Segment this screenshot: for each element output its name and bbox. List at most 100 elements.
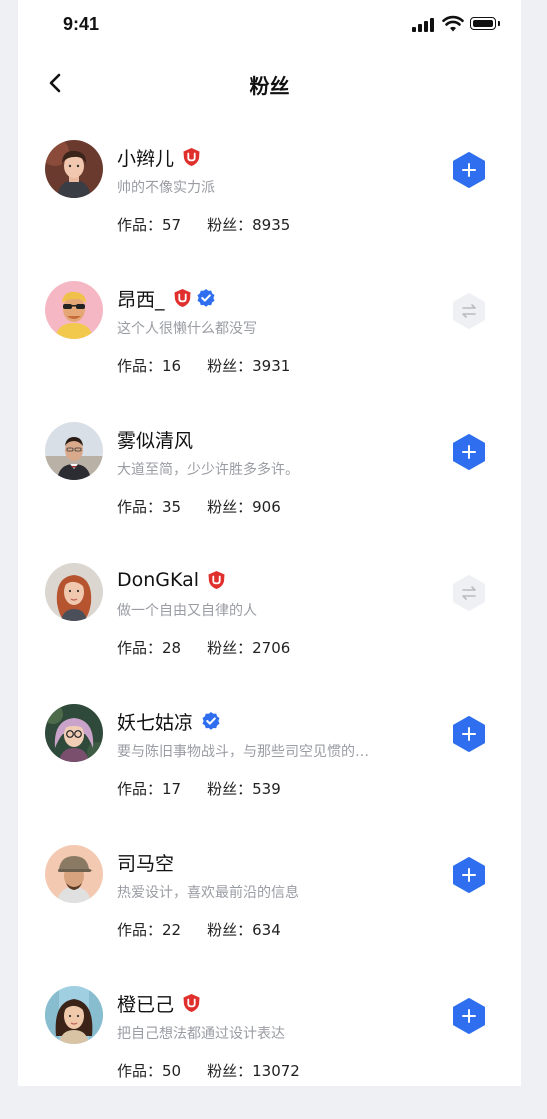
user-stats: 作品：57 粉丝：8935 xyxy=(117,214,290,235)
follow-button[interactable] xyxy=(451,715,487,753)
works-label: 作品： xyxy=(117,639,163,657)
status-time: 9:41 xyxy=(63,14,100,34)
follower-item[interactable]: DonGKal 做一个自由又自律的人 作品：28 粉丝：2706 xyxy=(18,548,521,689)
battery-tip xyxy=(498,21,500,26)
signal-icon xyxy=(412,18,434,32)
works-count: 28 xyxy=(162,639,182,657)
mutual-follow-button[interactable] xyxy=(451,574,487,612)
avatar[interactable] xyxy=(45,845,103,903)
fans-count: 8935 xyxy=(252,216,291,234)
avatar[interactable] xyxy=(45,140,103,198)
verified-check-icon xyxy=(196,288,215,308)
user-name[interactable]: 昂西_ xyxy=(117,285,165,312)
fans-count: 2706 xyxy=(252,639,291,657)
works-count: 22 xyxy=(162,921,182,939)
plus-hexagon-icon xyxy=(453,434,485,470)
follower-item[interactable]: 橙已己把自己想法都通过设计表达 作品：50 粉丝：13072 xyxy=(18,971,521,1086)
fans-count: 539 xyxy=(252,780,281,798)
name-row: 雾似清风 xyxy=(117,426,193,452)
works-label: 作品： xyxy=(117,357,163,375)
fans-count: 906 xyxy=(252,498,281,516)
user-stats: 作品：16 粉丝：3931 xyxy=(117,355,290,376)
avatar[interactable] xyxy=(45,986,103,1044)
fans-label: 粉丝： xyxy=(207,921,253,939)
name-row: 司马空 xyxy=(117,849,174,875)
works-label: 作品： xyxy=(117,216,163,234)
follow-button[interactable] xyxy=(451,151,487,189)
follower-item[interactable]: 司马空热爱设计，喜欢最前沿的信息 作品：22 粉丝：634 xyxy=(18,830,521,971)
user-stats: 作品：50 粉丝：13072 xyxy=(117,1060,300,1081)
phone-screen: 9:41 粉丝 小辫儿 帅的不像实力派 作品：57 粉丝：8935 昂西_ 这个人很懒什么… xyxy=(18,0,521,1086)
swap-hexagon-icon xyxy=(453,575,485,611)
u-shield-badge-icon xyxy=(182,993,201,1013)
follow-button[interactable] xyxy=(451,856,487,894)
fans-label: 粉丝： xyxy=(207,216,253,234)
plus-hexagon-icon xyxy=(453,998,485,1034)
user-bio: 这个人很懒什么都没写 xyxy=(117,321,257,337)
fans-label: 粉丝： xyxy=(207,357,253,375)
plus-hexagon-icon xyxy=(453,152,485,188)
works-label: 作品： xyxy=(117,498,163,516)
works-label: 作品： xyxy=(117,1062,163,1080)
name-row: 小辫儿 xyxy=(117,144,201,170)
works-label: 作品： xyxy=(117,921,163,939)
u-shield-badge-icon xyxy=(182,147,201,167)
fans-count: 13072 xyxy=(252,1062,300,1080)
u-shield-badge-icon xyxy=(207,570,226,590)
follow-button[interactable] xyxy=(451,997,487,1035)
user-stats: 作品：28 粉丝：2706 xyxy=(117,637,290,658)
user-name[interactable]: 妖七姑凉 xyxy=(117,708,193,735)
name-row: 昂西_ xyxy=(117,285,215,311)
avatar[interactable] xyxy=(45,281,103,339)
verified-check-icon xyxy=(201,711,220,731)
battery-icon xyxy=(470,17,496,30)
user-stats: 作品：22 粉丝：634 xyxy=(117,919,281,940)
avatar[interactable] xyxy=(45,704,103,762)
follower-item[interactable]: 雾似清风大道至简，少少许胜多多许。 作品：35 粉丝：906 xyxy=(18,407,521,548)
user-name[interactable]: DonGKal xyxy=(117,569,199,591)
avatar[interactable] xyxy=(45,422,103,480)
user-bio: 帅的不像实力派 xyxy=(117,180,215,196)
plus-hexagon-icon xyxy=(453,857,485,893)
works-count: 57 xyxy=(162,216,182,234)
swap-hexagon-icon xyxy=(453,293,485,329)
user-bio: 把自己想法都通过设计表达 xyxy=(117,1026,285,1042)
follower-item[interactable]: 昂西_ 这个人很懒什么都没写 作品：16 粉丝：3931 xyxy=(18,266,521,407)
user-stats: 作品：35 粉丝：906 xyxy=(117,496,281,517)
works-count: 50 xyxy=(162,1062,182,1080)
fans-count: 3931 xyxy=(252,357,291,375)
follow-button[interactable] xyxy=(451,433,487,471)
plus-hexagon-icon xyxy=(453,716,485,752)
works-count: 17 xyxy=(162,780,182,798)
user-name[interactable]: 司马空 xyxy=(117,849,174,876)
follower-list: 小辫儿 帅的不像实力派 作品：57 粉丝：8935 昂西_ 这个人很懒什么都没写 作品：16… xyxy=(18,125,521,1086)
page-title: 粉丝 xyxy=(249,74,290,98)
follower-item[interactable]: 小辫儿帅的不像实力派 作品：57 粉丝：8935 xyxy=(18,125,521,266)
works-count: 35 xyxy=(162,498,182,516)
status-bar: 9:41 xyxy=(18,0,521,50)
navigation-bar: 粉丝 xyxy=(18,55,521,111)
fans-count: 634 xyxy=(252,921,281,939)
user-name[interactable]: 小辫儿 xyxy=(117,144,174,171)
user-name[interactable]: 橙已己 xyxy=(117,990,174,1017)
fans-label: 粉丝： xyxy=(207,498,253,516)
works-label: 作品： xyxy=(117,780,163,798)
wifi-icon xyxy=(442,15,464,32)
avatar[interactable] xyxy=(45,563,103,621)
fans-label: 粉丝： xyxy=(207,639,253,657)
user-bio: 要与陈旧事物战斗，与那些司空见惯的… xyxy=(117,744,369,760)
fans-label: 粉丝： xyxy=(207,1062,253,1080)
name-row: 橙已己 xyxy=(117,990,201,1016)
fans-label: 粉丝： xyxy=(207,780,253,798)
follower-item[interactable]: 妖七姑凉要与陈旧事物战斗，与那些司空见惯的… 作品：17 粉丝：539 xyxy=(18,689,521,830)
works-count: 16 xyxy=(162,357,182,375)
mutual-follow-button[interactable] xyxy=(451,292,487,330)
user-bio: 大道至简，少少许胜多多许。 xyxy=(117,462,299,478)
user-name[interactable]: 雾似清风 xyxy=(117,426,193,453)
user-bio: 做一个自由又自律的人 xyxy=(117,603,257,619)
user-bio: 热爱设计，喜欢最前沿的信息 xyxy=(117,885,299,901)
name-row: 妖七姑凉 xyxy=(117,708,220,734)
name-row: DonGKal xyxy=(117,567,226,593)
user-stats: 作品：17 粉丝：539 xyxy=(117,778,281,799)
u-shield-badge-icon xyxy=(173,288,192,308)
